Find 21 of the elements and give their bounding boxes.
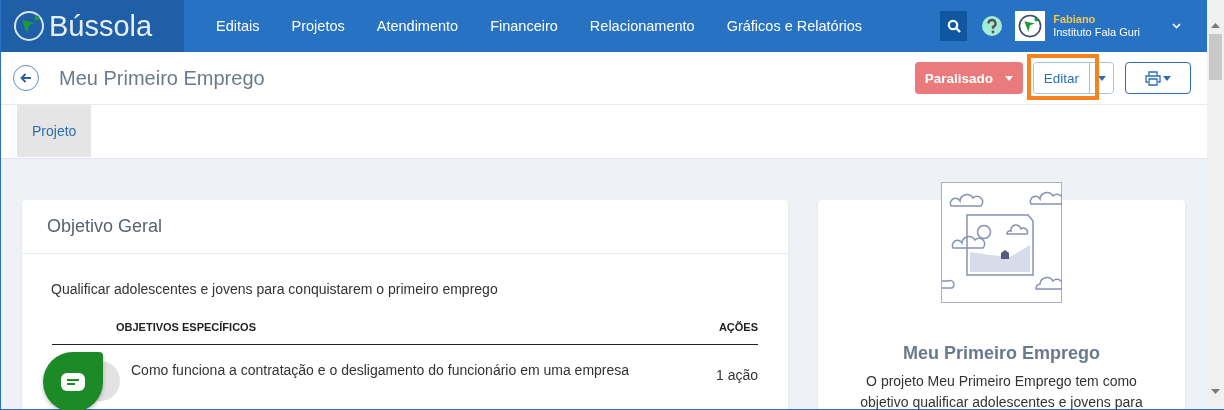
- logo[interactable]: Bússola: [1, 0, 184, 52]
- user-name[interactable]: Fabiano: [1053, 13, 1140, 26]
- status-dropdown-button[interactable]: Paralisado: [914, 62, 1023, 94]
- nav-link[interactable]: Gráficos e Relatórios: [726, 18, 863, 34]
- table-cell: 1 ação: [709, 344, 758, 383]
- column-header: AÇÕES: [709, 317, 758, 345]
- nav-link[interactable]: Relacionamento: [589, 18, 695, 34]
- logo-text: Bússola: [49, 9, 153, 43]
- nav-link[interactable]: Editais: [216, 18, 260, 34]
- organization-name[interactable]: Instituto Fala Guri: [1053, 26, 1140, 39]
- column-header: OBJETIVOS ESPECÍFICOS: [52, 317, 710, 345]
- general-objective-text: Qualificar adolescentes e jovens para conquistarem o primeiro emprego: [50, 280, 499, 299]
- project-description: O projeto Meu Primeiro Emprego tem como objetivo qualificar adolescentes e jovens para: [859, 372, 1144, 409]
- card-title: Objetivo Geral: [22, 200, 788, 254]
- project-title: Meu Primeiro Emprego: [901, 343, 1101, 364]
- nav-link[interactable]: Atendimento: [376, 18, 459, 34]
- page-title: Meu Primeiro Emprego: [59, 66, 265, 90]
- tab[interactable]: Projeto: [17, 105, 92, 157]
- nav-link[interactable]: Financeiro: [490, 18, 558, 34]
- table-cell: Como funciona a contratação e o desligamento do funcionário em uma empresa: [131, 344, 710, 383]
- nav-link[interactable]: Projetos: [291, 18, 345, 34]
